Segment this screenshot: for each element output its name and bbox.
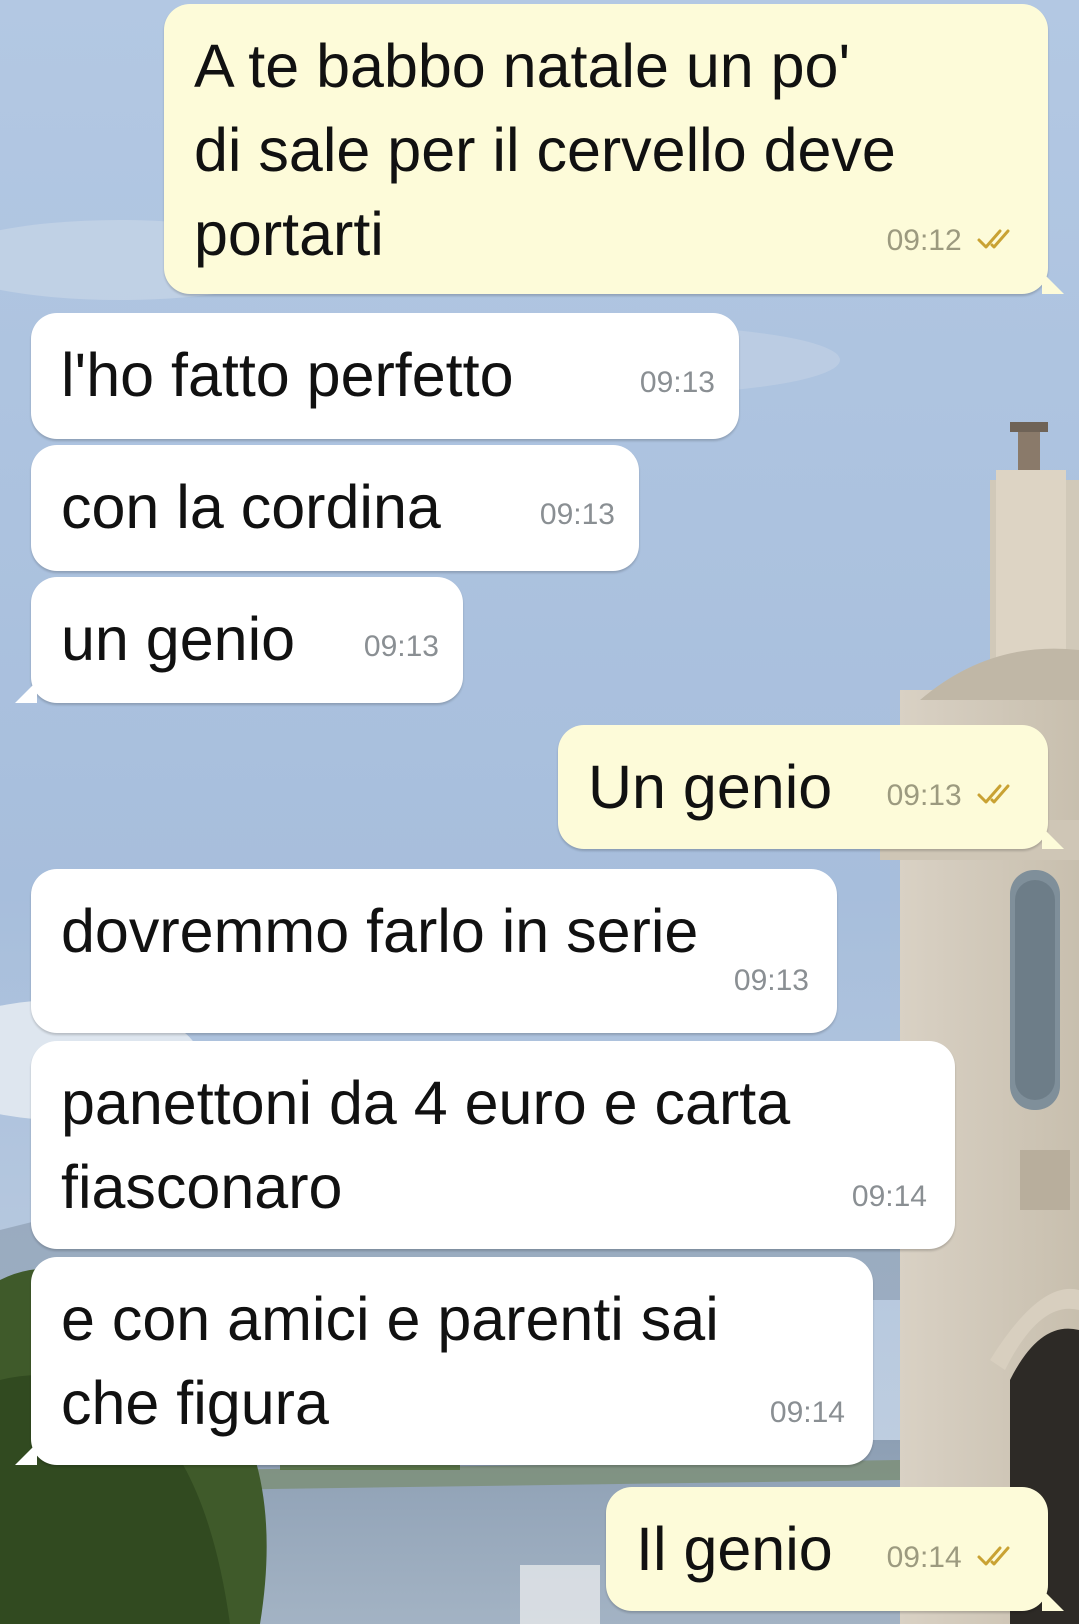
message-bubble-incoming[interactable]: panettoni da 4 euro e carta fiasconaro 0… [31,1041,955,1249]
message-bubble-outgoing[interactable]: Il genio 09:14 [606,1487,1064,1611]
message-text: panettoni da 4 euro e carta fiasconaro [61,1069,791,1221]
message-time: 09:13 [363,630,439,663]
message-time: 09:14 [851,1180,927,1213]
message-text: e con amici e parenti sai che figura [61,1285,719,1437]
message-bubble-incoming[interactable]: un genio 09:13 [15,577,463,703]
message-text: l'ho fatto perfetto [61,341,514,409]
message-text: con la cordina [61,473,441,541]
message-time: 09:13 [539,498,615,531]
double-check-icon [976,1517,1020,1601]
message-meta: 09:14 [887,1516,1020,1601]
message-text: dovremmo farlo in serie [61,897,699,965]
message-time: 09:13 [733,964,809,997]
message-time: 09:13 [886,778,962,812]
chat-thread: A te babbo natale un po' di sale per il … [0,0,1079,1624]
message-time: 09:13 [639,366,715,399]
message-bubble-incoming[interactable]: l'ho fatto perfetto 09:13 [31,313,739,439]
message-time: 09:12 [886,223,962,257]
message-time: 09:14 [769,1396,845,1429]
message-meta: 09:13 [887,754,1020,839]
message-bubble-outgoing[interactable]: A te babbo natale un po' di sale per il … [164,4,1064,294]
message-bubble-outgoing[interactable]: Un genio 09:13 [558,725,1064,849]
message-bubble-incoming[interactable]: e con amici e parenti sai che figura 09:… [15,1257,873,1465]
double-check-icon [976,200,1020,284]
message-meta: 09:12 [887,199,1020,284]
message-bubble-incoming[interactable]: dovremmo farlo in serie 09:13 [31,869,837,1033]
message-time: 09:14 [886,1540,962,1574]
double-check-icon [976,755,1020,839]
message-bubble-incoming[interactable]: con la cordina 09:13 [31,445,639,571]
